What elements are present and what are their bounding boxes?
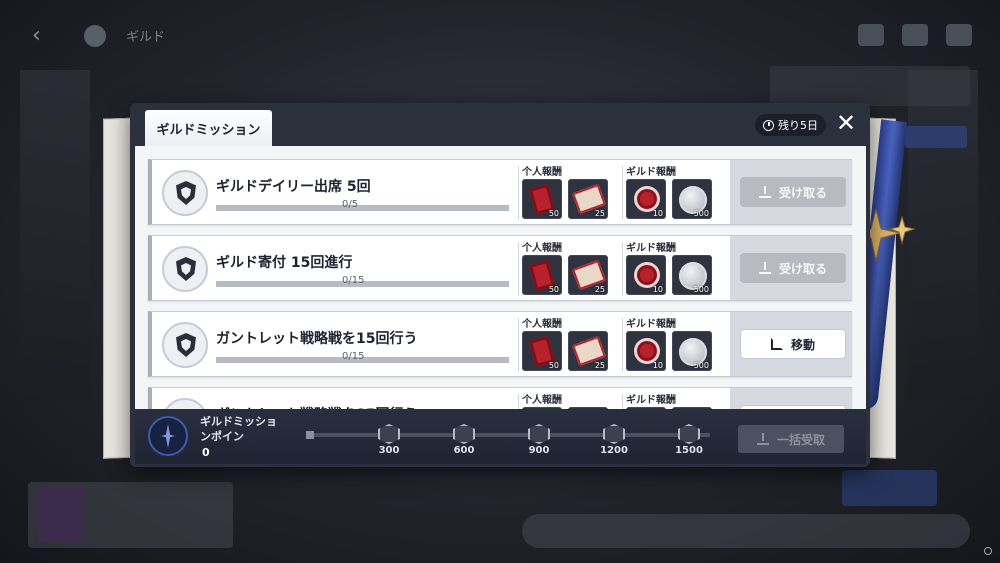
reward-quantity: 25 — [594, 209, 605, 218]
reward-item[interactable]: 50 — [522, 255, 562, 295]
mission-row: ギルドデイリー出席 5回 0/5 个人報酬 ギルド報酬 50 25 10 500 受け取… — [148, 159, 852, 225]
bulk-receive-label: 一括受取 — [776, 432, 825, 447]
guild-reward-label: ギルド報酬 — [626, 319, 676, 330]
side-button[interactable] — [905, 126, 967, 148]
divider — [622, 242, 623, 296]
download-icon — [758, 262, 771, 274]
avatar — [38, 488, 84, 542]
personal-reward-label: 个人報酬 — [522, 243, 562, 254]
mail-icon[interactable] — [902, 24, 928, 46]
divider — [518, 318, 519, 372]
reward-quantity: 10 — [652, 209, 663, 218]
screen-title: ギルド — [126, 30, 166, 45]
reward-quantity: 10 — [652, 285, 663, 294]
mission-progress-bar — [216, 205, 509, 211]
action-label: 移動 — [790, 337, 815, 352]
reward-quantity: 500 — [693, 361, 709, 370]
reward-quantity: 25 — [594, 285, 605, 294]
back-arrow-icon[interactable]: ‹ — [32, 25, 52, 47]
receive-button[interactable]: 受け取る — [740, 253, 846, 283]
personal-reward-label: 个人報酬 — [522, 167, 562, 178]
mission-progress-text: 0/15 — [342, 351, 365, 362]
milestone-value: 600 — [453, 445, 475, 456]
background-pillar — [908, 70, 978, 400]
side-notice — [770, 66, 970, 106]
reward-item[interactable]: 10 — [626, 255, 666, 295]
mission-list[interactable]: ギルドデイリー出席 5回 0/5 个人報酬 ギルド報酬 50 25 10 500 受け取… — [135, 146, 866, 409]
divider — [622, 166, 623, 220]
mission-progress-text: 0/5 — [342, 199, 359, 210]
divider — [518, 394, 519, 409]
reward-item[interactable]: 50 — [522, 331, 562, 371]
bulk-receive-button[interactable]: 一括受取 — [738, 425, 844, 453]
progress-start-marker — [306, 431, 314, 439]
points-progress-track — [310, 433, 710, 437]
divider — [622, 394, 623, 409]
reward-item[interactable]: 10 — [626, 331, 666, 371]
personal-reward-label: 个人報酬 — [522, 395, 562, 406]
top-bar: ‹ ギルド — [0, 0, 1000, 70]
milestone-value: 1200 — [600, 445, 628, 456]
reward-quantity: 25 — [594, 361, 605, 370]
personal-reward-label: 个人報酬 — [522, 319, 562, 330]
reward-item[interactable]: 500 — [672, 255, 712, 295]
download-icon — [756, 433, 769, 445]
divider — [518, 166, 519, 220]
guild-reward-label: ギルド報酬 — [626, 167, 676, 178]
download-icon — [758, 186, 771, 198]
move-button[interactable]: 移動 — [740, 329, 846, 359]
reward-item[interactable]: 50 — [522, 179, 562, 219]
mission-row: ガントレット戦略戦を15回行う 0/15 个人報酬 ギルド報酬 50251050… — [148, 387, 852, 409]
guild-shield-icon — [162, 246, 208, 292]
guild-reward-label: ギルド報酬 — [626, 395, 676, 406]
reward-item[interactable]: 25 — [568, 331, 608, 371]
reward-quantity: 50 — [548, 209, 559, 218]
divider — [518, 242, 519, 296]
guild-shield-icon — [162, 170, 208, 216]
mission-row: ギルド寄付 15回進行 0/15 个人報酬 ギルド報酬 50 25 10 500 受け取… — [148, 235, 852, 301]
guild-shield-icon — [162, 322, 208, 368]
mission-row: ガントレット戦略戦を15回行う 0/15 个人報酬 ギルド報酬 50 25 10 50… — [148, 311, 852, 377]
record-indicator-icon — [984, 547, 992, 555]
milestone-value: 1500 — [675, 445, 703, 456]
receive-button[interactable]: 受け取る — [740, 177, 846, 207]
chat-input[interactable] — [522, 514, 970, 548]
close-button[interactable]: ✕ — [833, 110, 859, 136]
background-pillar — [20, 70, 90, 400]
reward-item[interactable]: 500 — [672, 179, 712, 219]
reward-item[interactable]: 10 — [626, 179, 666, 219]
reward-quantity: 50 — [548, 285, 559, 294]
mission-title: ガントレット戦略戦を15回行う — [216, 331, 418, 347]
clock-icon — [763, 119, 774, 131]
remaining-time-badge: 残り5日 — [755, 114, 826, 136]
remaining-time-text: 残り5日 — [778, 119, 818, 132]
points-label: ギルドミッションポイン — [200, 415, 277, 443]
tab-guild-mission[interactable]: ギルドミッション — [145, 110, 272, 146]
reward-item[interactable]: 25 — [568, 255, 608, 295]
reward-quantity: 500 — [693, 285, 709, 294]
guild-emblem-icon — [84, 25, 106, 47]
action-label: 受け取る — [778, 185, 827, 200]
reward-quantity: 50 — [548, 361, 559, 370]
guild-reward-label: ギルド報酬 — [626, 243, 676, 254]
reward-quantity: 500 — [693, 209, 709, 218]
mission-title: ギルドデイリー出席 5回 — [216, 179, 371, 195]
menu-icon[interactable] — [858, 24, 884, 46]
mission-title: ギルド寄付 15回進行 — [216, 255, 353, 271]
milestone-value: 300 — [378, 445, 400, 456]
points-value: 0 — [202, 446, 210, 459]
reward-item[interactable]: 500 — [672, 331, 712, 371]
home-icon[interactable] — [946, 24, 972, 46]
divider — [622, 318, 623, 372]
reward-quantity: 10 — [652, 361, 663, 370]
blue-button[interactable] — [842, 470, 937, 506]
reward-item[interactable]: 25 — [568, 179, 608, 219]
compass-emblem-icon — [148, 416, 188, 456]
milestone-value: 900 — [528, 445, 550, 456]
mission-progress-text: 0/15 — [342, 275, 365, 286]
external-link-icon — [770, 338, 783, 350]
guild-shield-icon — [162, 398, 208, 409]
action-label: 受け取る — [778, 261, 827, 276]
